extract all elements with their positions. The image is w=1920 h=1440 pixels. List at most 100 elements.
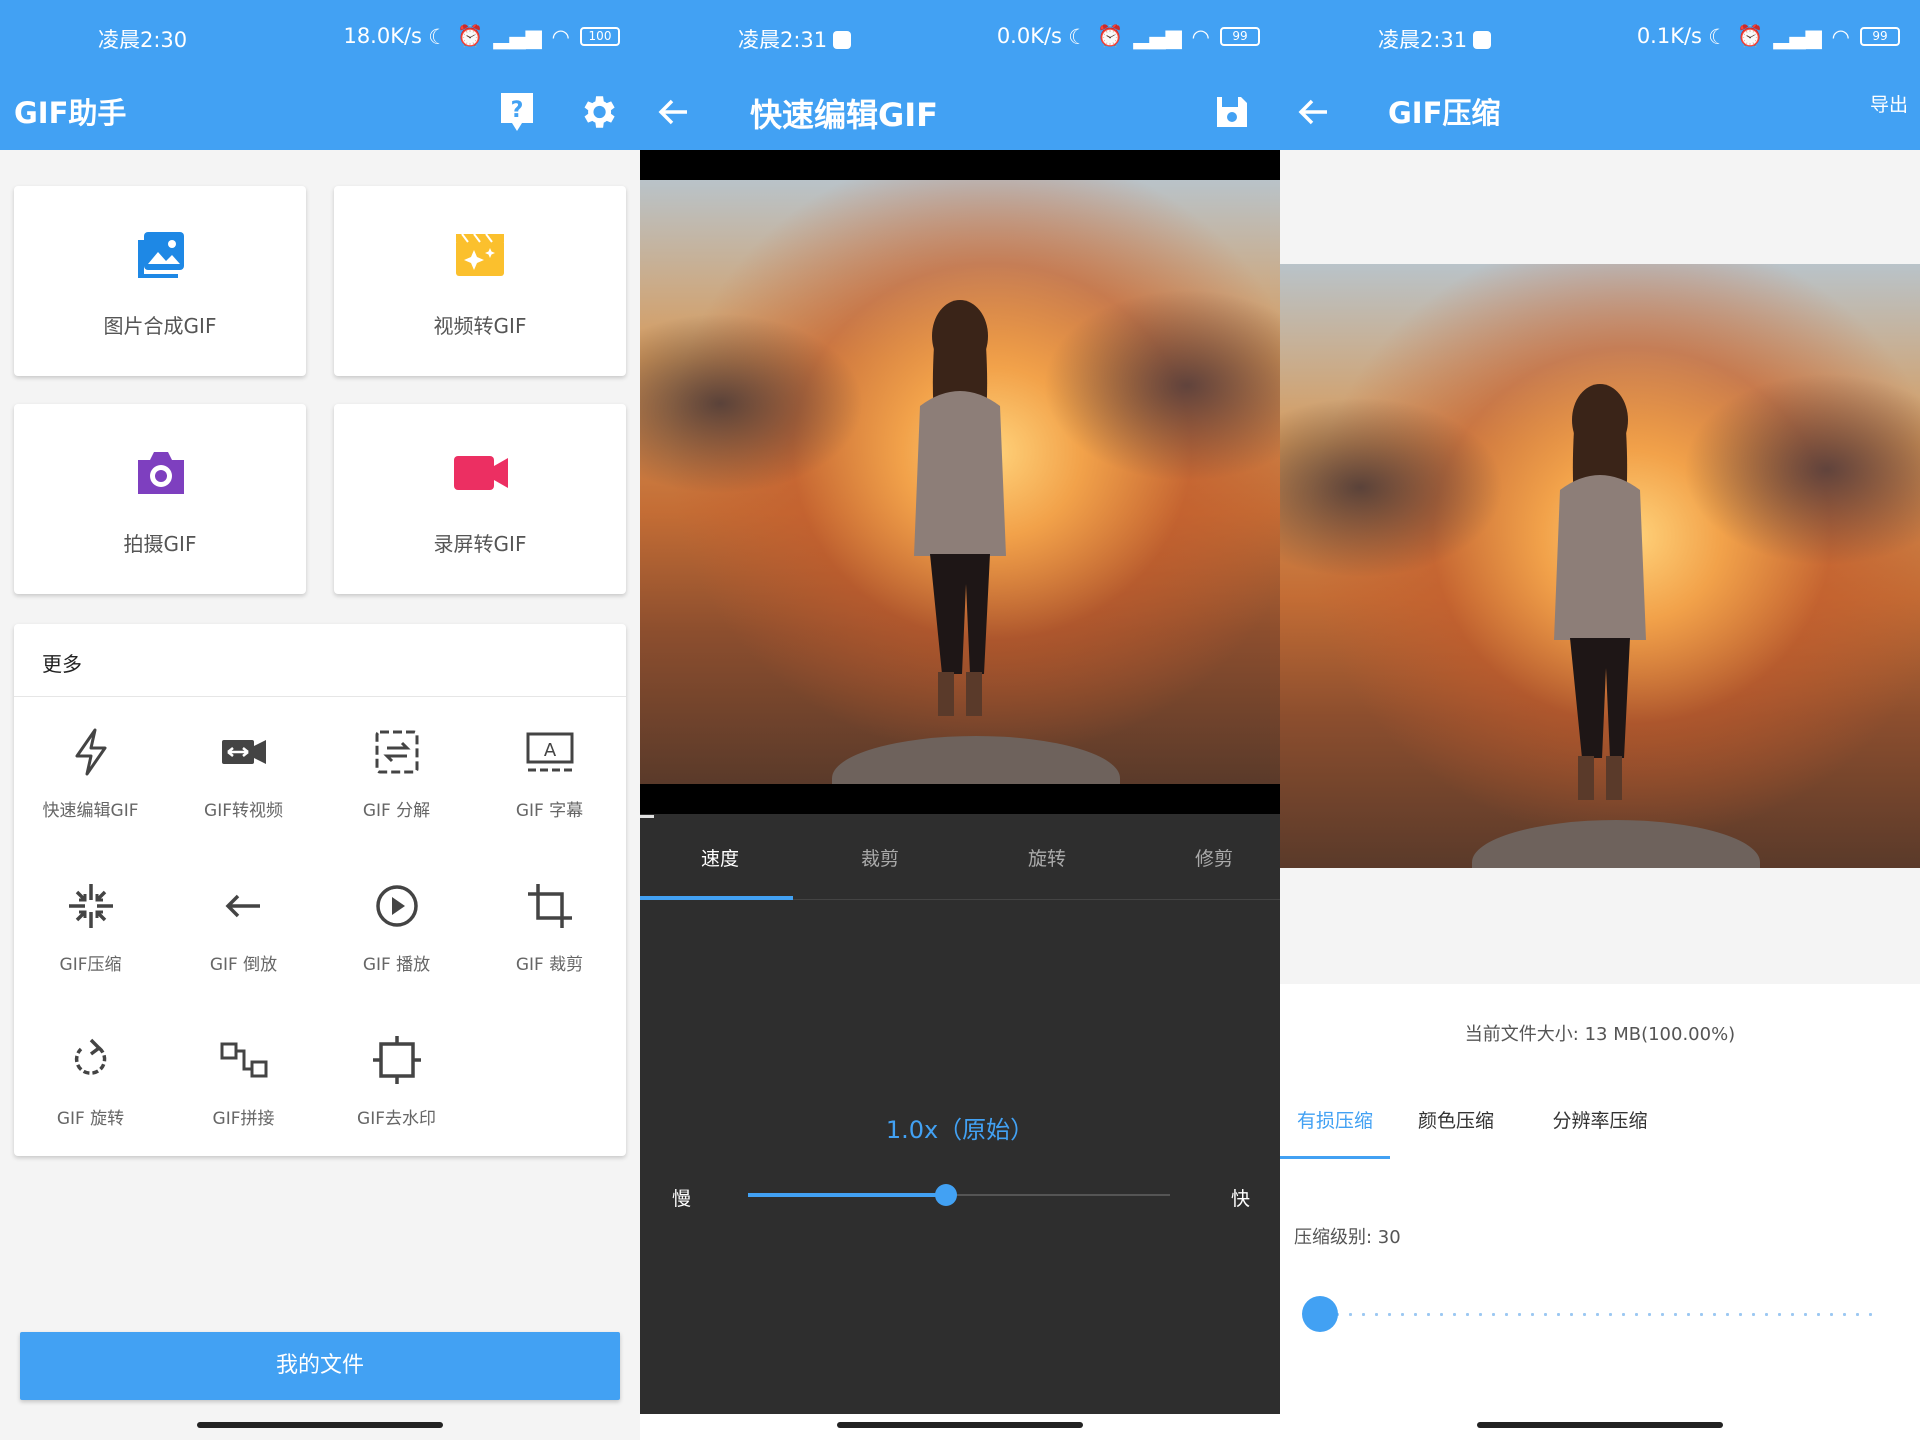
crop-icon (527, 884, 572, 928)
tool-label: GIF 裁剪 (515, 955, 584, 975)
back-button[interactable] (644, 82, 704, 142)
tool-label: GIF 分解 (362, 801, 431, 821)
gif-preview-image (640, 180, 1280, 784)
svg-text:?: ? (511, 98, 524, 123)
compress-level-slider[interactable] (1318, 1313, 1882, 1316)
notification-icon (1473, 31, 1492, 49)
status-net-speed: 0.0K/s (996, 24, 1062, 48)
app-bar: GIF压缩 (1280, 74, 1920, 150)
status-net-speed: 0.1K/s (1636, 24, 1702, 48)
card-screen-record-to-gif[interactable]: 录屏转GIF (334, 404, 626, 594)
compress-icon (68, 884, 113, 928)
alarm-icon: ⏰ (1097, 24, 1124, 48)
tool-gif-reverse[interactable]: GIF 倒放 (167, 850, 320, 1000)
gif-helper-home-screen: 凌晨2:30 18.0K/s ☾ ⏰ ▂▄▆ ◠ 100 GIF助手 ? 图片合… (0, 0, 640, 1440)
app-bar: 快速编辑GIF (640, 74, 1280, 150)
card-label: 图片合成GIF (103, 314, 217, 338)
notification-icon (833, 31, 852, 49)
stage: 凌晨2:30 18.0K/s ☾ ⏰ ▂▄▆ ◠ 100 GIF助手 ? 图片合… (0, 0, 1920, 1440)
screen-title: GIF压缩 (1388, 96, 1501, 130)
gif-preview-area (640, 150, 1280, 814)
moon-icon: ☾ (1708, 24, 1728, 49)
speed-slider-fill (748, 1193, 947, 1197)
tool-label: GIF 倒放 (209, 955, 278, 975)
battery-icon: 99 (1220, 27, 1260, 46)
join-icon (220, 1042, 267, 1078)
tool-label: GIF 字幕 (515, 801, 584, 821)
tool-gif-crop[interactable]: GIF 裁剪 (473, 850, 626, 1000)
active-tab-indicator (1280, 1156, 1390, 1159)
card-capture-gif[interactable]: 拍摄GIF (14, 404, 306, 594)
tool-gif-subtitle[interactable]: A GIF 字幕 (473, 696, 626, 846)
alarm-icon: ⏰ (457, 24, 484, 48)
tool-gif-to-video[interactable]: GIF转视频 (167, 696, 320, 846)
tab-color-compress[interactable]: 颜色压缩 (1396, 1088, 1516, 1162)
split-icon (375, 730, 418, 774)
gif-preview-area (1280, 150, 1920, 984)
moon-icon: ☾ (1068, 24, 1088, 49)
my-files-button[interactable]: 我的文件 (20, 1332, 620, 1400)
status-time: 凌晨2:31 (1378, 24, 1492, 54)
slow-label: 慢 (672, 1188, 692, 1210)
speed-slider-thumb[interactable] (935, 1184, 958, 1206)
tab-speed[interactable]: 速度 (640, 818, 800, 900)
settings-button[interactable] (568, 82, 628, 142)
svg-text:A: A (543, 740, 556, 761)
arrow-left-icon (1298, 99, 1327, 125)
compress-tabs: 有损压缩 颜色压缩 分辨率压缩 (1280, 1088, 1920, 1162)
save-icon (1217, 97, 1247, 127)
alarm-icon: ⏰ (1737, 24, 1764, 48)
signal-icon: ▂▄▆ (493, 24, 542, 49)
lightning-icon (75, 728, 106, 776)
camera-icon (138, 452, 184, 494)
tool-gif-compress[interactable]: GIF压缩 (14, 850, 167, 1000)
save-button[interactable] (1202, 82, 1262, 142)
tool-label: GIF 播放 (362, 955, 431, 975)
help-icon: ? (501, 93, 533, 131)
arrow-left-icon (658, 99, 687, 125)
home-indicator[interactable] (837, 1422, 1083, 1428)
moon-icon: ☾ (428, 24, 448, 49)
home-indicator[interactable] (197, 1422, 443, 1428)
current-file-size: 当前文件大小: 13 MB(100.00%) (1464, 1024, 1736, 1045)
compress-level-slider-thumb[interactable] (1302, 1296, 1338, 1332)
battery-icon: 100 (580, 27, 620, 46)
wifi-icon: ◠ (551, 24, 570, 49)
more-tools-card: 更多 快速编辑GIF GIF转视频 GIF 分解 A GIF 字幕 GIF压缩 (14, 624, 626, 1156)
tab-crop[interactable]: 裁剪 (800, 818, 960, 900)
app-title: GIF助手 (14, 96, 127, 130)
status-bar: 凌晨2:30 18.0K/s ☾ ⏰ ▂▄▆ ◠ 100 (0, 0, 640, 74)
card-images-to-gif[interactable]: 图片合成GIF (14, 186, 306, 376)
help-button[interactable]: ? (487, 82, 547, 142)
image-gallery-icon (138, 232, 184, 278)
wifi-icon: ◠ (1191, 24, 1210, 49)
tool-label: GIF拼接 (212, 1109, 275, 1129)
home-indicator[interactable] (1477, 1422, 1723, 1428)
tool-label: GIF 旋转 (56, 1109, 125, 1129)
status-icons: ☾ ⏰ ▂▄▆ ◠ 99 (1708, 24, 1900, 49)
remove-watermark-icon (372, 1036, 421, 1084)
card-video-to-gif[interactable]: 视频转GIF (334, 186, 626, 376)
status-bar: 凌晨2:31 0.0K/s ☾ ⏰ ▂▄▆ ◠ 99 (640, 0, 1280, 74)
subtitle-icon: A (526, 732, 573, 772)
tool-gif-split[interactable]: GIF 分解 (320, 696, 473, 846)
back-button[interactable] (1284, 82, 1344, 142)
more-title: 更多 (42, 652, 82, 676)
tool-label: GIF去水印 (357, 1109, 436, 1129)
signal-icon: ▂▄▆ (1133, 24, 1182, 49)
tab-lossy-compress[interactable]: 有损压缩 (1280, 1088, 1390, 1162)
tool-gif-join[interactable]: GIF拼接 (167, 1004, 320, 1154)
tool-quick-edit[interactable]: 快速编辑GIF (14, 696, 167, 846)
tab-rotate[interactable]: 旋转 (967, 818, 1127, 900)
gif-preview-image (1280, 264, 1920, 868)
tab-resolution-compress[interactable]: 分辨率压缩 (1530, 1088, 1670, 1162)
card-label: 拍摄GIF (123, 532, 197, 556)
tool-label: 快速编辑GIF (42, 801, 139, 821)
export-button[interactable]: 导出 (1870, 90, 1908, 117)
tool-gif-rotate[interactable]: GIF 旋转 (14, 1004, 167, 1154)
status-icons: ☾ ⏰ ▂▄▆ ◠ 100 (428, 24, 620, 49)
tool-gif-remove-watermark[interactable]: GIF去水印 (320, 1004, 473, 1154)
tab-trim[interactable]: 修剪 (1134, 818, 1280, 900)
tool-gif-play[interactable]: GIF 播放 (320, 850, 473, 1000)
speed-slider[interactable] (748, 1184, 1170, 1206)
